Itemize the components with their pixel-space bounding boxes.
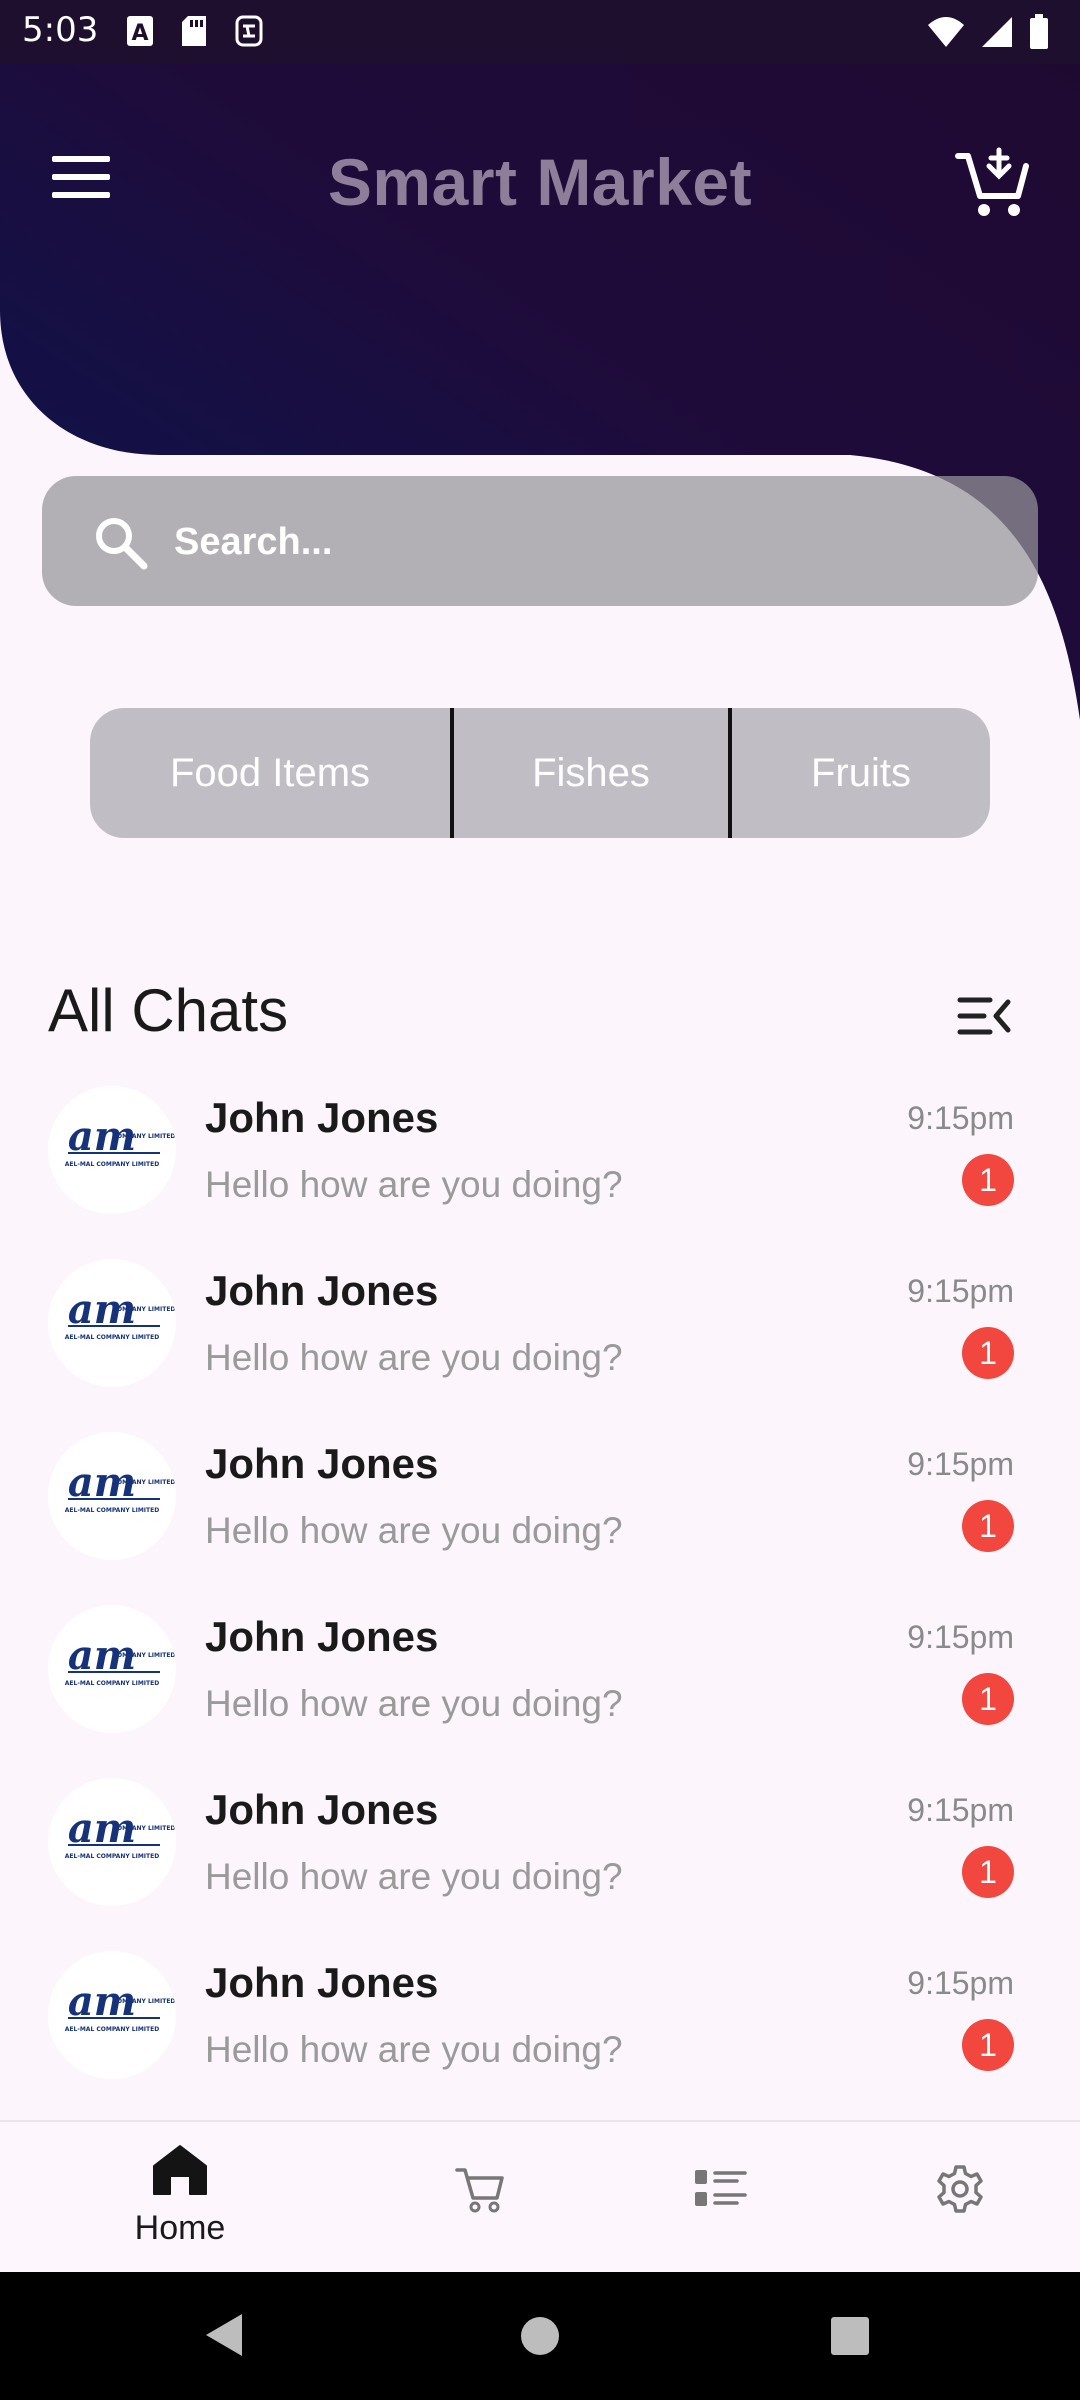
chat-name: John Jones: [205, 1267, 439, 1314]
unread-badge: 1: [962, 1154, 1014, 1206]
cart-icon: [455, 2164, 505, 2219]
nav-home-label: Home: [134, 2209, 226, 2247]
system-navigation-bar: [0, 2272, 1080, 2400]
chats-title: All Chats: [48, 977, 289, 1044]
chat-time: 9:15pm: [907, 1446, 1014, 1482]
chat-message-preview: Hello how are you doing?: [205, 1337, 623, 1378]
app-title: Smart Market: [327, 145, 753, 219]
search-bar[interactable]: [42, 476, 1038, 608]
chat-message-preview: Hello how are you doing?: [205, 1164, 623, 1205]
home-circle-icon[interactable]: [520, 2316, 560, 2361]
wifi-icon: [926, 15, 966, 49]
svg-text:COMPANY LIMITED: COMPANY LIMITED: [113, 1825, 176, 1832]
svg-text:COMPANY LIMITED: COMPANY LIMITED: [113, 1479, 176, 1486]
chat-time: 9:15pm: [907, 1792, 1014, 1828]
svg-text:COMPANY LIMITED: COMPANY LIMITED: [113, 1133, 176, 1140]
chat-name: John Jones: [205, 1440, 439, 1487]
chat-list-item[interactable]: am COMPANY LIMITED AEL-MAL COMPANY LIMIT…: [0, 1428, 1080, 1601]
avatar: am COMPANY LIMITED AEL-MAL COMPANY LIMIT…: [48, 1951, 176, 2079]
search-input[interactable]: [172, 476, 996, 608]
sync-icon: [234, 14, 264, 48]
sort-menu-icon[interactable]: [956, 992, 1012, 1040]
chat-message-preview: Hello how are you doing?: [205, 1510, 623, 1551]
avatar: am COMPANY LIMITED AEL-MAL COMPANY LIMIT…: [48, 1086, 176, 1214]
chat-message-preview: Hello how are you doing?: [205, 1856, 623, 1897]
sd-card-icon: [180, 14, 208, 48]
status-bar: 5:03 A: [0, 0, 1080, 64]
unread-badge: 1: [962, 1673, 1014, 1725]
category-fishes[interactable]: Fishes: [454, 708, 728, 838]
chat-list-item[interactable]: am COMPANY LIMITED AEL-MAL COMPANY LIMIT…: [0, 1082, 1080, 1255]
svg-text:AEL-MAL COMPANY LIMITED: AEL-MAL COMPANY LIMITED: [65, 2026, 159, 2033]
home-icon: [150, 2142, 210, 2203]
avatar: am COMPANY LIMITED AEL-MAL COMPANY LIMIT…: [48, 1605, 176, 1733]
nav-home[interactable]: Home: [120, 2122, 240, 2274]
back-icon[interactable]: [204, 2312, 244, 2363]
nav-list[interactable]: [670, 2122, 770, 2274]
chat-name: John Jones: [205, 1786, 439, 1833]
chat-name: John Jones: [205, 1613, 439, 1660]
chat-time: 9:15pm: [907, 1619, 1014, 1655]
nav-settings[interactable]: [910, 2122, 1010, 2274]
chat-message-preview: Hello how are you doing?: [205, 2029, 623, 2070]
unread-badge: 1: [962, 1327, 1014, 1379]
unread-badge: 1: [962, 1846, 1014, 1898]
chat-name: John Jones: [205, 1959, 439, 2006]
svg-text:COMPANY LIMITED: COMPANY LIMITED: [113, 1652, 176, 1659]
svg-text:AEL-MAL COMPANY LIMITED: AEL-MAL COMPANY LIMITED: [65, 1161, 159, 1168]
chat-list: am COMPANY LIMITED AEL-MAL COMPANY LIMIT…: [0, 1082, 1080, 2120]
app-header: Smart Market: [0, 64, 1080, 294]
chat-list-item[interactable]: am COMPANY LIMITED AEL-MAL COMPANY LIMIT…: [0, 1601, 1080, 1774]
list-icon: [693, 2168, 747, 2215]
category-segmented-control: Food Items Fishes Fruits: [90, 708, 990, 838]
avatar: am COMPANY LIMITED AEL-MAL COMPANY LIMIT…: [48, 1778, 176, 1906]
svg-text:A: A: [131, 21, 148, 46]
svg-text:COMPANY LIMITED: COMPANY LIMITED: [113, 1306, 176, 1313]
chat-time: 9:15pm: [907, 1965, 1014, 2001]
svg-text:COMPANY LIMITED: COMPANY LIMITED: [113, 1998, 176, 2005]
chat-list-item[interactable]: am COMPANY LIMITED AEL-MAL COMPANY LIMIT…: [0, 1774, 1080, 1947]
chat-time: 9:15pm: [907, 1100, 1014, 1136]
svg-text:AEL-MAL COMPANY LIMITED: AEL-MAL COMPANY LIMITED: [65, 1334, 159, 1341]
nav-cart[interactable]: [430, 2122, 530, 2274]
svg-text:AEL-MAL COMPANY LIMITED: AEL-MAL COMPANY LIMITED: [65, 1853, 159, 1860]
unread-badge: 1: [962, 1500, 1014, 1552]
bottom-navigation: Home: [0, 2120, 1080, 2274]
battery-icon: [1028, 14, 1050, 50]
search-icon: [90, 512, 150, 572]
status-time: 5:03: [22, 10, 99, 50]
avatar: am COMPANY LIMITED AEL-MAL COMPANY LIMIT…: [48, 1432, 176, 1560]
chat-list-item[interactable]: am COMPANY LIMITED AEL-MAL COMPANY LIMIT…: [0, 1947, 1080, 2120]
settings-icon: [935, 2164, 985, 2219]
recents-icon[interactable]: [830, 2316, 870, 2361]
svg-text:AEL-MAL COMPANY LIMITED: AEL-MAL COMPANY LIMITED: [65, 1680, 159, 1687]
chat-message-preview: Hello how are you doing?: [205, 1683, 623, 1724]
avatar: am COMPANY LIMITED AEL-MAL COMPANY LIMIT…: [48, 1259, 176, 1387]
category-fruits[interactable]: Fruits: [732, 708, 990, 838]
chat-list-item[interactable]: am COMPANY LIMITED AEL-MAL COMPANY LIMIT…: [0, 1255, 1080, 1428]
add-shopping-cart-icon[interactable]: [954, 144, 1030, 220]
svg-text:AEL-MAL COMPANY LIMITED: AEL-MAL COMPANY LIMITED: [65, 1507, 159, 1514]
font-notification-icon: A: [126, 14, 154, 48]
unread-badge: 1: [962, 2019, 1014, 2071]
chat-name: John Jones: [205, 1094, 439, 1141]
cell-signal-icon: [980, 15, 1014, 49]
chat-time: 9:15pm: [907, 1273, 1014, 1309]
category-food-items[interactable]: Food Items: [90, 708, 450, 838]
